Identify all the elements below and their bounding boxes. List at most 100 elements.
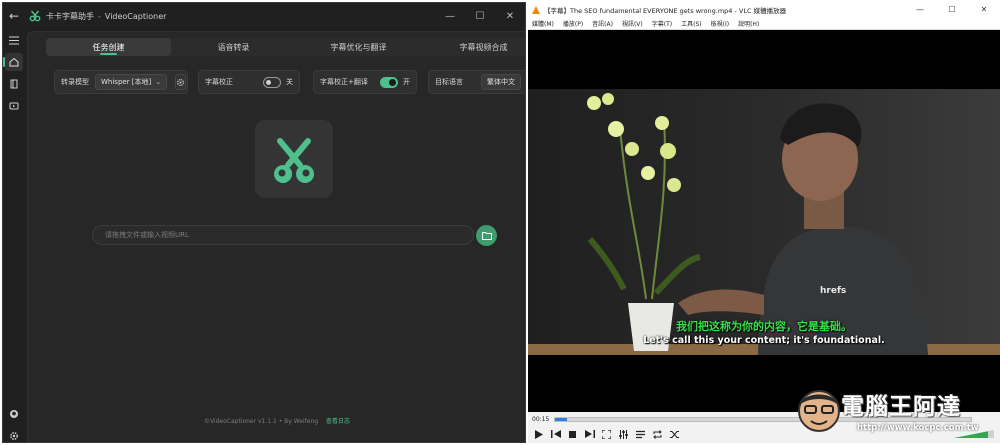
- main-panel: 任务创建 语音转录 字幕优化与翻译 字幕视频合成 转录模型 Whisper [本…: [27, 31, 525, 442]
- vlc-minimize-button[interactable]: —: [904, 2, 936, 17]
- transcribe-model-select[interactable]: Whisper [本地] ⌄: [95, 74, 168, 90]
- desktop: ← 卡卡字幕助手 - VideoCaptioner — ☐ ✕ 任务创建 语音转…: [0, 0, 1000, 445]
- side-navigation: [3, 31, 25, 442]
- next-button[interactable]: [583, 428, 596, 441]
- url-input[interactable]: [105, 231, 473, 239]
- target-language-label: 目标语言: [435, 78, 463, 86]
- loop-button[interactable]: [651, 428, 664, 441]
- play-icon: [534, 429, 543, 439]
- equalizer-icon: [619, 429, 628, 439]
- extended-settings-button[interactable]: [617, 428, 630, 441]
- url-input-box[interactable]: [92, 225, 474, 245]
- play-button[interactable]: [532, 428, 545, 441]
- title-bar: ← 卡卡字幕助手 - VideoCaptioner — ☐ ✕: [3, 3, 525, 29]
- stop-button[interactable]: [566, 428, 579, 441]
- footer-credits: ©VideoCaptioner v1.1.1 • By Weifeng: [203, 418, 319, 425]
- menu-help[interactable]: 說明(H): [738, 19, 759, 28]
- github-icon[interactable]: [5, 405, 23, 423]
- control-buttons: [532, 427, 685, 441]
- menu-tools[interactable]: 工具(S): [681, 19, 702, 28]
- app-subtitle: VideoCaptioner: [104, 11, 167, 21]
- videocaptioner-window: ← 卡卡字幕助手 - VideoCaptioner — ☐ ✕ 任务创建 语音转…: [2, 2, 526, 443]
- scissors-icon: [274, 138, 315, 183]
- video-scene: hrefs: [528, 89, 1000, 355]
- drop-zone-logo[interactable]: [255, 120, 333, 198]
- vlc-title-bar: 【字幕】The SEO fundamental EVERYONE gets wr…: [528, 2, 1000, 17]
- video-frame[interactable]: hrefs 我们把这称为你的内容，它是基础。 Let's call this y…: [528, 89, 1000, 355]
- video-icon[interactable]: [5, 97, 23, 115]
- watermark-name: 電腦王阿達: [841, 393, 961, 420]
- tab-task-creation[interactable]: 任务创建: [46, 38, 171, 56]
- target-language-card: 目标语言 繁体中文: [428, 70, 525, 94]
- playlist-icon: [636, 430, 645, 438]
- mascot-logo: [798, 390, 840, 432]
- target-language-value: 繁体中文: [487, 78, 515, 86]
- correction-translate-state: 开: [403, 78, 410, 86]
- model-settings-button[interactable]: [175, 74, 187, 90]
- back-arrow-icon[interactable]: ←: [3, 9, 25, 23]
- correction-translate-label: 字幕校正+翻译: [320, 78, 368, 86]
- menu-view[interactable]: 檢視(I): [711, 19, 729, 28]
- menu-playback[interactable]: 播放(P): [563, 19, 583, 28]
- menu-audio[interactable]: 音訊(A): [592, 19, 613, 28]
- loop-icon: [653, 429, 662, 439]
- maximize-button[interactable]: ☐: [465, 3, 495, 29]
- tab-transcription[interactable]: 语音转录: [171, 38, 296, 56]
- menu-subtitle[interactable]: 字幕(T): [652, 19, 672, 28]
- book-icon[interactable]: [5, 75, 23, 93]
- correction-translate-card: 字幕校正+翻译 开: [313, 70, 417, 94]
- tab-bar: 任务创建 语音转录 字幕优化与翻译 字幕视频合成: [46, 38, 525, 56]
- watermark-url: http://www.kocpc.com.tw: [857, 423, 979, 433]
- current-time: 00:15: [532, 415, 550, 423]
- svg-text:hrefs: hrefs: [820, 286, 846, 296]
- chevron-down-icon: ⌄: [155, 78, 162, 86]
- vlc-close-button[interactable]: ✕: [968, 2, 1000, 17]
- close-button[interactable]: ✕: [495, 3, 525, 29]
- app-title: 卡卡字幕助手: [46, 11, 94, 21]
- transcribe-model-value: Whisper [本地]: [101, 78, 152, 86]
- home-icon[interactable]: [3, 53, 23, 71]
- subtitle-chinese: 我们把这称为你的内容，它是基础。: [676, 320, 852, 333]
- vlc-window-title: 【字幕】The SEO fundamental EVERYONE gets wr…: [544, 6, 787, 15]
- fullscreen-icon: [602, 429, 611, 439]
- menu-media[interactable]: 媒體(M): [532, 19, 554, 28]
- subtitle-correction-label: 字幕校正: [205, 78, 233, 86]
- title-separator: -: [98, 11, 101, 21]
- footer: ©VideoCaptioner v1.1.1 • By Weifeng 查看日志: [28, 416, 525, 425]
- window-controls: — ☐ ✕: [435, 3, 525, 29]
- menu-icon[interactable]: [5, 31, 23, 49]
- seek-fill: [555, 417, 568, 421]
- vlc-cone-icon: [532, 5, 540, 14]
- minimize-button[interactable]: —: [435, 3, 465, 29]
- settings-icon[interactable]: [5, 427, 23, 442]
- menu-video[interactable]: 視訊(V): [622, 19, 643, 28]
- target-language-select[interactable]: 繁体中文: [481, 74, 521, 90]
- subtitle-correction-state: 关: [286, 78, 293, 86]
- previous-icon: [550, 430, 561, 438]
- previous-button[interactable]: [549, 428, 562, 441]
- subtitle-correction-toggle[interactable]: [263, 76, 281, 88]
- app-logo-icon: [29, 10, 41, 22]
- gear-icon: [177, 78, 185, 86]
- view-log-link[interactable]: 查看日志: [326, 418, 350, 425]
- shuffle-icon: [670, 430, 679, 438]
- fullscreen-button[interactable]: [600, 428, 613, 441]
- stop-icon: [569, 430, 576, 438]
- vlc-maximize-button[interactable]: ☐: [936, 2, 968, 17]
- subtitle-correction-card: 字幕校正 关: [198, 70, 300, 94]
- next-icon: [584, 430, 595, 438]
- tab-subtitle-optimize[interactable]: 字幕优化与翻译: [296, 38, 421, 56]
- browse-folder-button[interactable]: [476, 225, 497, 246]
- correction-translate-toggle[interactable]: [379, 76, 398, 88]
- folder-icon: [481, 232, 492, 240]
- vlc-window: 【字幕】The SEO fundamental EVERYONE gets wr…: [528, 2, 1000, 443]
- transcribe-model-label: 转录模型: [61, 78, 89, 86]
- vlc-window-controls: — ☐ ✕: [904, 2, 1000, 17]
- transcribe-model-card: 转录模型 Whisper [本地] ⌄: [54, 70, 188, 94]
- watermark: 電腦王阿達 http://www.kocpc.com.tw: [795, 385, 993, 441]
- subtitle-english: Let's call this your content; it's found…: [643, 335, 885, 346]
- vlc-menu-bar: 媒體(M) 播放(P) 音訊(A) 視訊(V) 字幕(T) 工具(S) 檢視(I…: [528, 17, 1000, 30]
- shuffle-button[interactable]: [668, 428, 681, 441]
- tab-video-synthesis[interactable]: 字幕视频合成: [421, 38, 525, 56]
- playlist-button[interactable]: [634, 428, 647, 441]
